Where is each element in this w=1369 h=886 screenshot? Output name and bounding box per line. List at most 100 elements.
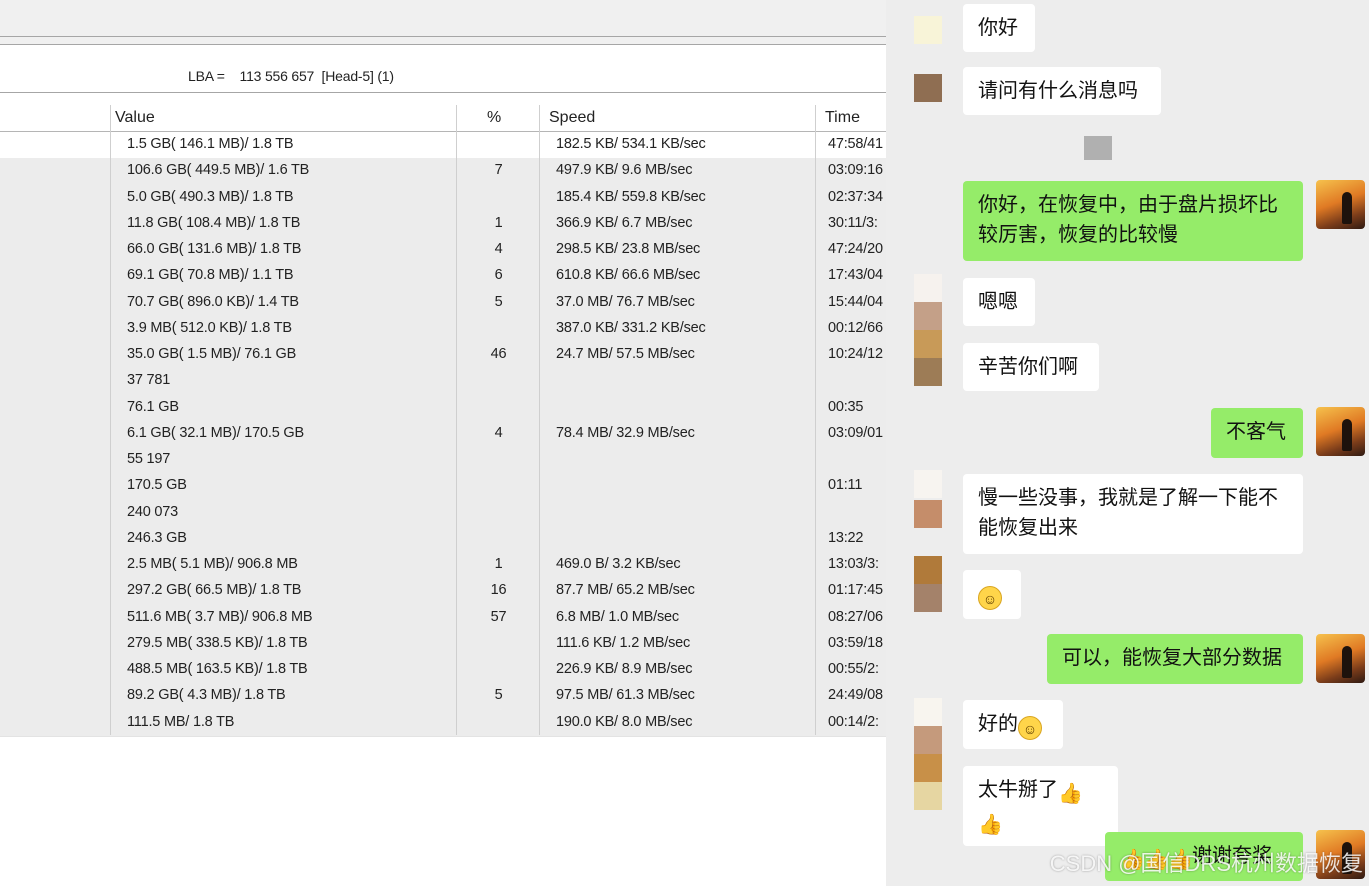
incoming-message[interactable]: 辛苦你们啊 [963,343,1099,391]
sender-avatar[interactable] [914,274,942,302]
column-separator[interactable] [456,105,457,735]
cell-percent: 57 [490,608,507,625]
cell-value: 11.8 GB( 108.4 MB)/ 1.8 TB [127,214,301,231]
incoming-message[interactable]: 你好 [963,4,1035,52]
cell-value: 69.1 GB( 70.8 MB)/ 1.1 TB [127,267,294,284]
incoming-message[interactable]: 请问有什么消息吗 [963,67,1161,115]
message-text: 慢一些没事，我就是了解一下能不能恢复出来 [978,487,1278,539]
outgoing-message[interactable]: 你好，在恢复中，由于盘片损坏比较厉害，恢复的比较慢 [963,181,1303,261]
table-row[interactable]: 3.9 MB( 512.0 KB)/ 1.8 TB 387.0 KB/ 331.2… [0,315,886,344]
table-header: Value % Speed Time [0,105,886,132]
column-header-value[interactable]: Value [115,109,155,127]
table-row[interactable]: 297.2 GB( 66.5 MB)/ 1.8 TB 16 87.7 MB/ 65.… [0,578,886,606]
divider [0,92,886,93]
table-row[interactable]: 69.1 GB( 70.8 MB)/ 1.1 TB 6 610.8 KB/ 66.6… [0,263,886,291]
cell-value: 111.5 MB/ 1.8 TB [127,713,235,730]
sender-avatar[interactable] [914,556,942,584]
cell-value: 511.6 MB( 3.7 MB)/ 906.8 MB [127,608,313,625]
watermark: CSDN @国信DRS杭州数据恢复 [1049,851,1363,876]
message-text: 辛苦你们啊 [978,356,1078,378]
cell-time: 13:03/3: [828,556,879,572]
table-row[interactable]: 70.7 GB( 896.0 KB)/ 1.4 TB 5 37.0 MB/ 76.7… [0,289,886,317]
image-placeholder [1084,136,1112,160]
cell-speed: 6.8 MB/ 1.0 MB/sec [556,608,679,625]
table-row[interactable]: 2.5 MB( 5.1 MB)/ 906.8 MB 1 469.0 B/ 3.2 K… [0,552,886,580]
table-row[interactable]: 279.5 MB( 338.5 KB)/ 1.8 TB 111.6 KB/ 1.2… [0,630,886,659]
table-row[interactable]: 66.0 GB( 131.6 MB)/ 1.8 TB 4 298.5 KB/ 23.… [0,237,886,265]
outgoing-message[interactable]: 不客气 [1211,408,1303,458]
cell-speed: 185.4 KB/ 559.8 KB/sec [556,188,706,205]
sender-avatar[interactable] [914,726,942,754]
sender-avatar[interactable] [914,500,942,528]
cell-value: 37 781 [127,372,171,389]
column-header-percent[interactable]: % [487,109,501,127]
outgoing-message[interactable]: 可以，能恢复大部分数据 [1047,634,1303,684]
table-row[interactable]: 111.5 MB/ 1.8 TB 190.0 KB/ 8.0 MB/sec 00:1… [0,709,886,737]
cell-value: 2.5 MB( 5.1 MB)/ 906.8 MB [127,556,298,572]
smile-emoji-icon: ☺ [978,586,1002,610]
table-row[interactable]: 89.2 GB( 4.3 MB)/ 1.8 TB 5 97.5 MB/ 61.3 M… [0,683,886,711]
incoming-message[interactable]: 慢一些没事，我就是了解一下能不能恢复出来 [963,474,1303,554]
cell-value: 89.2 GB( 4.3 MB)/ 1.8 TB [127,687,286,704]
cell-time: 03:09:16 [828,162,883,179]
incoming-message[interactable]: 嗯嗯 [963,278,1035,326]
sender-avatar[interactable] [914,74,942,102]
cell-percent: 4 [494,241,503,257]
cell-time: 02:37:34 [828,188,883,205]
table-row[interactable]: 246.3 GB 13:22 [0,525,886,554]
cell-value: 240 073 [127,503,179,520]
incoming-message[interactable]: 好的 ☺ [963,700,1063,749]
cell-speed: 24.7 MB/ 57.5 MB/sec [556,346,695,362]
table-row[interactable]: 5.0 GB( 490.3 MB)/ 1.8 TB 185.4 KB/ 559.8… [0,184,886,212]
column-separator[interactable] [815,105,816,735]
column-header-speed[interactable]: Speed [549,109,595,127]
cell-percent: 1 [494,214,503,231]
toolbar-area [0,0,886,44]
message-text: 不客气 [1226,421,1286,443]
table-row[interactable]: 37 781 [0,368,886,396]
table-row[interactable]: 106.6 GB( 449.5 MB)/ 1.6 TB 7 497.9 KB/ 9.… [0,158,886,186]
sender-avatar[interactable] [914,16,942,44]
sender-avatar[interactable] [914,330,942,358]
sender-avatar[interactable] [914,470,942,498]
table-row[interactable]: 488.5 MB( 163.5 KB)/ 1.8 TB 226.9 KB/ 8.9… [0,657,886,685]
sender-avatar[interactable] [914,698,942,726]
table-row[interactable]: 35.0 GB( 1.5 MB)/ 76.1 GB 46 24.7 MB/ 57.5… [0,342,886,370]
my-avatar[interactable] [1316,407,1365,456]
table-row[interactable]: 11.8 GB( 108.4 MB)/ 1.8 TB 1 366.9 KB/ 6.7… [0,210,886,239]
table-row[interactable]: 170.5 GB 01:11 [0,473,886,501]
table-row[interactable]: 240 073 [0,499,886,527]
sender-avatar[interactable] [914,584,942,612]
message-text: 太牛掰了 [978,779,1058,801]
message-text: 好的 [978,713,1018,735]
cell-value: 488.5 MB( 163.5 KB)/ 1.8 TB [127,661,308,677]
table-row[interactable]: 511.6 MB( 3.7 MB)/ 906.8 MB 57 6.8 MB/ 1.0… [0,604,886,632]
message-text: 嗯嗯 [978,291,1018,313]
sender-avatar[interactable] [914,302,942,330]
column-separator[interactable] [110,105,111,735]
cell-percent: 1 [494,556,503,572]
cell-value: 246.3 GB [127,529,187,546]
table-row[interactable]: 55 197 [0,447,886,475]
cell-time: 00:12/66 [828,319,883,336]
table-row[interactable]: 76.1 GB 00:35 [0,394,886,422]
disk-tool-panel: LBA = 113 556 657 [Head-5] (1) Value % S… [0,0,886,886]
cell-time: 01:11 [828,477,863,494]
thumbs-up-icon: 👍 [1058,783,1083,805]
my-avatar[interactable] [1316,634,1365,683]
column-separator[interactable] [539,105,540,735]
cell-speed: 226.9 KB/ 8.9 MB/sec [556,661,693,677]
cell-speed: 387.0 KB/ 331.2 KB/sec [556,319,706,336]
cell-time: 00:35 [828,398,864,415]
column-header-time[interactable]: Time [825,109,860,127]
table-row[interactable]: 1.5 GB( 146.1 MB)/ 1.8 TB 182.5 KB/ 534.1… [0,132,886,160]
sender-avatar[interactable] [914,782,942,810]
incoming-message[interactable]: 太牛掰了👍👍 [963,766,1118,846]
incoming-message[interactable]: ☺ [963,570,1021,619]
my-avatar[interactable] [1316,180,1365,229]
sender-avatar[interactable] [914,754,942,782]
cell-time: 10:24/12 [828,346,883,362]
cell-percent: 16 [490,582,507,599]
table-row[interactable]: 6.1 GB( 32.1 MB)/ 170.5 GB 4 78.4 MB/ 32.9… [0,420,886,449]
sender-avatar[interactable] [914,358,942,386]
